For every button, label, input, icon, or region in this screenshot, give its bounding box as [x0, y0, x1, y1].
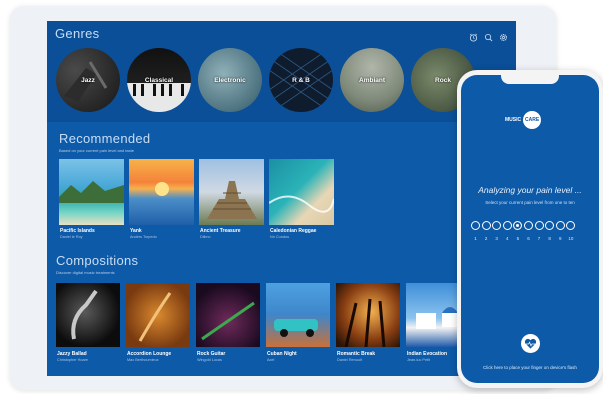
card-subtitle: Dilimo: [200, 235, 211, 239]
genre-label: Ambiant: [359, 76, 385, 84]
logo-text-music: MUSIC: [505, 117, 522, 123]
card-subtitle: Daniel Renoult: [337, 358, 362, 362]
scale-number: 3: [495, 236, 498, 241]
card-subtitle: Daniel le Roy: [60, 235, 83, 239]
genres-title: Genres: [55, 26, 100, 41]
phone-frame: MUSIC CARE Analyzing your pain level ...…: [457, 70, 603, 388]
genre-jazz[interactable]: Jazz: [56, 48, 120, 112]
scale-number: 9: [558, 236, 562, 241]
compositions-title: Compositions: [56, 253, 139, 268]
card-subtitle: Anders Torpedo: [130, 235, 157, 239]
heart-pulse-icon[interactable]: [521, 334, 540, 353]
scale-number: 8: [548, 236, 551, 241]
card-title: Rock Guitar: [197, 351, 226, 357]
card-subtitle: Jean-luc Petit: [407, 358, 431, 362]
alarm-icon[interactable]: [469, 29, 478, 42]
genre-ambiant[interactable]: Ambiant: [340, 48, 404, 112]
card-title: Pacific Islands: [60, 228, 95, 234]
pain-level-option[interactable]: [502, 221, 512, 230]
pain-level-option[interactable]: [534, 221, 544, 230]
card-image[interactable]: [56, 283, 120, 347]
recommended-subtitle: Based on your current pain level and tas…: [59, 148, 134, 153]
card-image[interactable]: [199, 159, 264, 225]
gear-icon[interactable]: [499, 29, 508, 42]
card-image[interactable]: [129, 159, 194, 225]
pain-level-option-selected[interactable]: [513, 221, 523, 230]
card-image[interactable]: [269, 159, 334, 225]
pain-level-option[interactable]: [555, 221, 565, 230]
scale-number: 1: [474, 236, 477, 241]
pain-instruction: Select your current pain level from one …: [485, 200, 575, 205]
card-image[interactable]: [336, 283, 400, 347]
recommended-title: Recommended: [59, 131, 151, 146]
card-image[interactable]: [126, 283, 190, 347]
scale-number: 6: [527, 236, 530, 241]
card-image[interactable]: [266, 283, 330, 347]
flash-instruction[interactable]: Click here to place your finger on devic…: [461, 365, 599, 370]
card-subtitle: Christopher Hoare: [57, 358, 89, 362]
card-image[interactable]: [59, 159, 124, 225]
music-care-logo: MUSIC CARE: [505, 111, 542, 129]
pain-level-option[interactable]: [545, 221, 555, 230]
scale-number: 2: [484, 236, 488, 241]
card-title: Ancient Treasure: [200, 228, 241, 234]
pain-level-option[interactable]: [523, 221, 533, 230]
card-subtitle: Axel: [267, 358, 275, 362]
card-image[interactable]: [196, 283, 260, 347]
pain-level-option[interactable]: [481, 221, 491, 230]
scale-number: 10: [568, 236, 574, 241]
card-subtitle: Nn Cundou: [270, 235, 290, 239]
scale-number: 4: [506, 236, 509, 241]
genre-label: Electronic: [214, 76, 246, 84]
pain-level-option[interactable]: [471, 221, 480, 230]
pain-scale: [471, 221, 576, 230]
card-title: Jazzy Ballad: [57, 351, 87, 357]
card-title: Indian Evocation: [407, 351, 448, 357]
genre-label: Classical: [144, 76, 174, 84]
pain-level-option[interactable]: [566, 221, 576, 230]
genre-electronic[interactable]: Electronic: [198, 48, 262, 112]
pain-scale-numbers: 1 2 3 4 5 6 7 8 9 10: [471, 236, 575, 241]
genre-classical[interactable]: Classical: [127, 48, 191, 112]
card-title: Cuban Night: [267, 351, 297, 357]
card-subtitle: Wingold Lucas: [197, 358, 222, 362]
card-title: Romantic Break: [337, 351, 376, 357]
pain-level-option[interactable]: [492, 221, 502, 230]
phone-screen: MUSIC CARE Analyzing your pain level ...…: [461, 75, 599, 383]
scale-number: 5: [516, 236, 520, 241]
card-subtitle: Max Berthoumieux: [127, 358, 159, 362]
app-screen: Genres Jazz Classical Electronic R & B A…: [47, 21, 516, 376]
logo-text-care: CARE: [523, 111, 542, 129]
card-title: Accordion Lounge: [127, 351, 172, 357]
card-title: Yank: [130, 228, 142, 234]
scale-number: 7: [537, 236, 541, 241]
analyzing-heading: Analyzing your pain level ...: [478, 185, 582, 195]
genre-label: R & B: [292, 76, 310, 84]
genre-label: Jazz: [81, 76, 95, 84]
search-icon[interactable]: [484, 29, 493, 42]
genre-label: Rock: [435, 76, 451, 84]
compositions-subtitle: Discover digital music treatments: [56, 270, 115, 275]
genre-rnb[interactable]: R & B: [269, 48, 333, 112]
phone-notch: [501, 75, 559, 84]
top-toolbar: [469, 29, 508, 42]
card-title: Caledonian Reggae: [270, 228, 317, 234]
